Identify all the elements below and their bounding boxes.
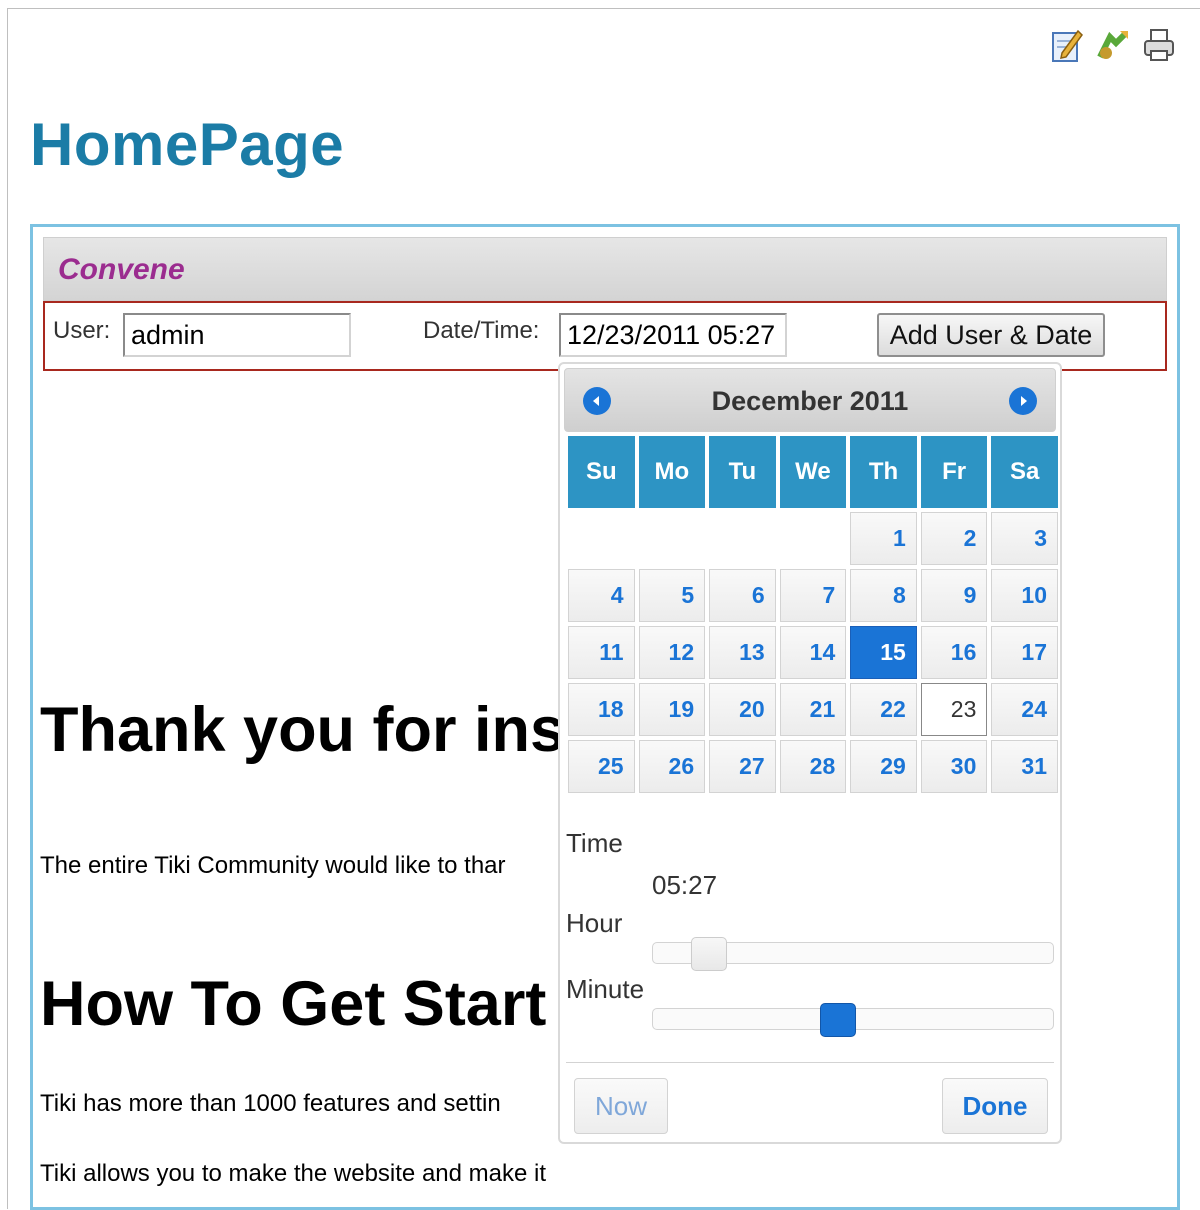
page-actions xyxy=(1050,26,1176,64)
paragraph-features: Tiki has more than 1000 features and set… xyxy=(40,1090,501,1117)
calendar-day-30[interactable]: 30 xyxy=(920,740,988,793)
done-button[interactable]: Done xyxy=(942,1078,1048,1134)
calendar-day-4[interactable]: 4 xyxy=(568,569,635,622)
calendar-day-15[interactable]: 15 xyxy=(850,626,917,679)
calendar-day-28[interactable]: 28 xyxy=(779,740,847,793)
arrow-right-icon[interactable] xyxy=(1009,387,1037,415)
heading-get-started: How To Get Start xyxy=(40,969,547,1039)
calendar-day-11[interactable]: 11 xyxy=(568,626,635,679)
convene-module: Convene User: Date/Time: Add User & Date xyxy=(43,237,1167,371)
module-form: User: Date/Time: Add User & Date xyxy=(43,301,1167,371)
calendar-day-31[interactable]: 31 xyxy=(991,740,1058,793)
calendar-day-12[interactable]: 12 xyxy=(638,626,706,679)
calendar-day-21[interactable]: 21 xyxy=(779,683,847,736)
user-input[interactable] xyxy=(123,313,351,357)
calendar-day-10[interactable]: 10 xyxy=(991,569,1058,622)
hour-slider-handle[interactable] xyxy=(691,937,727,971)
calendar-day-2[interactable]: 2 xyxy=(920,512,988,565)
calendar-week: 4 5 6 7 8 9 10 xyxy=(568,569,1058,622)
add-user-date-button[interactable]: Add User & Date xyxy=(877,313,1105,357)
calendar-day-23[interactable]: 23 xyxy=(920,683,988,736)
date-time-input[interactable] xyxy=(559,313,787,357)
datepicker-header: December 2011 xyxy=(564,368,1056,432)
weekday-tu: Tu xyxy=(709,436,776,508)
calendar-day-18[interactable]: 18 xyxy=(568,683,635,736)
weekday-header-row: Su Mo Tu We Th Fr Sa xyxy=(568,436,1058,508)
print-icon[interactable] xyxy=(1142,26,1176,64)
calendar-week: 25 26 27 28 29 30 31 xyxy=(568,740,1058,793)
date-label: Date/Time: xyxy=(423,317,540,344)
hour-label: Hour xyxy=(566,908,623,938)
minute-label: Minute xyxy=(566,974,645,1004)
calendar-day-29[interactable]: 29 xyxy=(850,740,917,793)
calendar-empty-cell xyxy=(780,512,847,565)
datepicker-divider xyxy=(566,1062,1054,1063)
paragraph-more: Tiki allows you to make the website and … xyxy=(40,1160,547,1187)
arrow-left-icon[interactable] xyxy=(583,387,611,415)
calendar-day-8[interactable]: 8 xyxy=(850,569,917,622)
calendar-day-3[interactable]: 3 xyxy=(991,512,1058,565)
weekday-we: We xyxy=(779,436,847,508)
calendar-day-17[interactable]: 17 xyxy=(991,626,1058,679)
calendar-day-7[interactable]: 7 xyxy=(779,569,847,622)
calendar-day-20[interactable]: 20 xyxy=(709,683,776,736)
calendar-day-22[interactable]: 22 xyxy=(850,683,917,736)
weekday-sa: Sa xyxy=(991,436,1058,508)
calendar-day-24[interactable]: 24 xyxy=(991,683,1058,736)
calendar-day-27[interactable]: 27 xyxy=(709,740,776,793)
weekday-su: Su xyxy=(568,436,635,508)
weekday-mo: Mo xyxy=(638,436,706,508)
time-label: Time xyxy=(566,828,623,858)
calendar-body: 1 2 3 4 5 6 7 8 9 10 11 12 13 14 15 16 17 18 19 20 21 22 23 24 2… xyxy=(568,512,1058,793)
calendar-day-1[interactable]: 1 xyxy=(850,512,917,565)
calendar-day-16[interactable]: 16 xyxy=(920,626,988,679)
datepicker-popup: December 2011 Su Mo Tu We Th Fr Sa 1 2 3 4 5 6 7 8 9 10… xyxy=(558,362,1062,1144)
calendar-day-25[interactable]: 25 xyxy=(568,740,635,793)
calendar-week: 123 xyxy=(568,512,1058,565)
calendar-day-13[interactable]: 13 xyxy=(709,626,776,679)
user-label: User: xyxy=(53,317,111,344)
datepicker-calendar: Su Mo Tu We Th Fr Sa 1 2 3 4 5 6 7 8 9 10 11 12 13 14 15 16 17… xyxy=(564,432,1062,797)
heading-thank-you: Thank you for ins xyxy=(40,695,566,765)
weekday-fr: Fr xyxy=(920,436,988,508)
weekday-th: Th xyxy=(850,436,917,508)
minute-slider-handle[interactable] xyxy=(820,1003,856,1037)
time-value: 05:27 xyxy=(652,870,718,900)
calendar-day-26[interactable]: 26 xyxy=(638,740,706,793)
module-header: Convene xyxy=(43,237,1167,301)
translate-icon[interactable] xyxy=(1096,26,1130,64)
calendar-week: 11 12 13 14 15 16 17 xyxy=(568,626,1058,679)
calendar-week: 18 19 20 21 22 23 24 xyxy=(568,683,1058,736)
paragraph-thank-you: The entire Tiki Community would like to … xyxy=(40,852,506,879)
edit-icon[interactable] xyxy=(1050,26,1084,64)
calendar-empty-cell xyxy=(639,512,706,565)
now-button[interactable]: Now xyxy=(574,1078,668,1134)
calendar-day-6[interactable]: 6 xyxy=(709,569,776,622)
calendar-day-5[interactable]: 5 xyxy=(638,569,706,622)
calendar-empty-cell xyxy=(709,512,776,565)
module-title: Convene xyxy=(58,253,185,286)
calendar-day-19[interactable]: 19 xyxy=(638,683,706,736)
datepicker-month-title: December 2011 xyxy=(711,386,909,416)
calendar-day-9[interactable]: 9 xyxy=(920,569,988,622)
hour-slider[interactable] xyxy=(652,937,1054,971)
minute-slider[interactable] xyxy=(652,1003,1054,1037)
calendar-empty-cell xyxy=(568,512,635,565)
page-title: HomePage xyxy=(30,111,345,178)
calendar-day-14[interactable]: 14 xyxy=(779,626,847,679)
